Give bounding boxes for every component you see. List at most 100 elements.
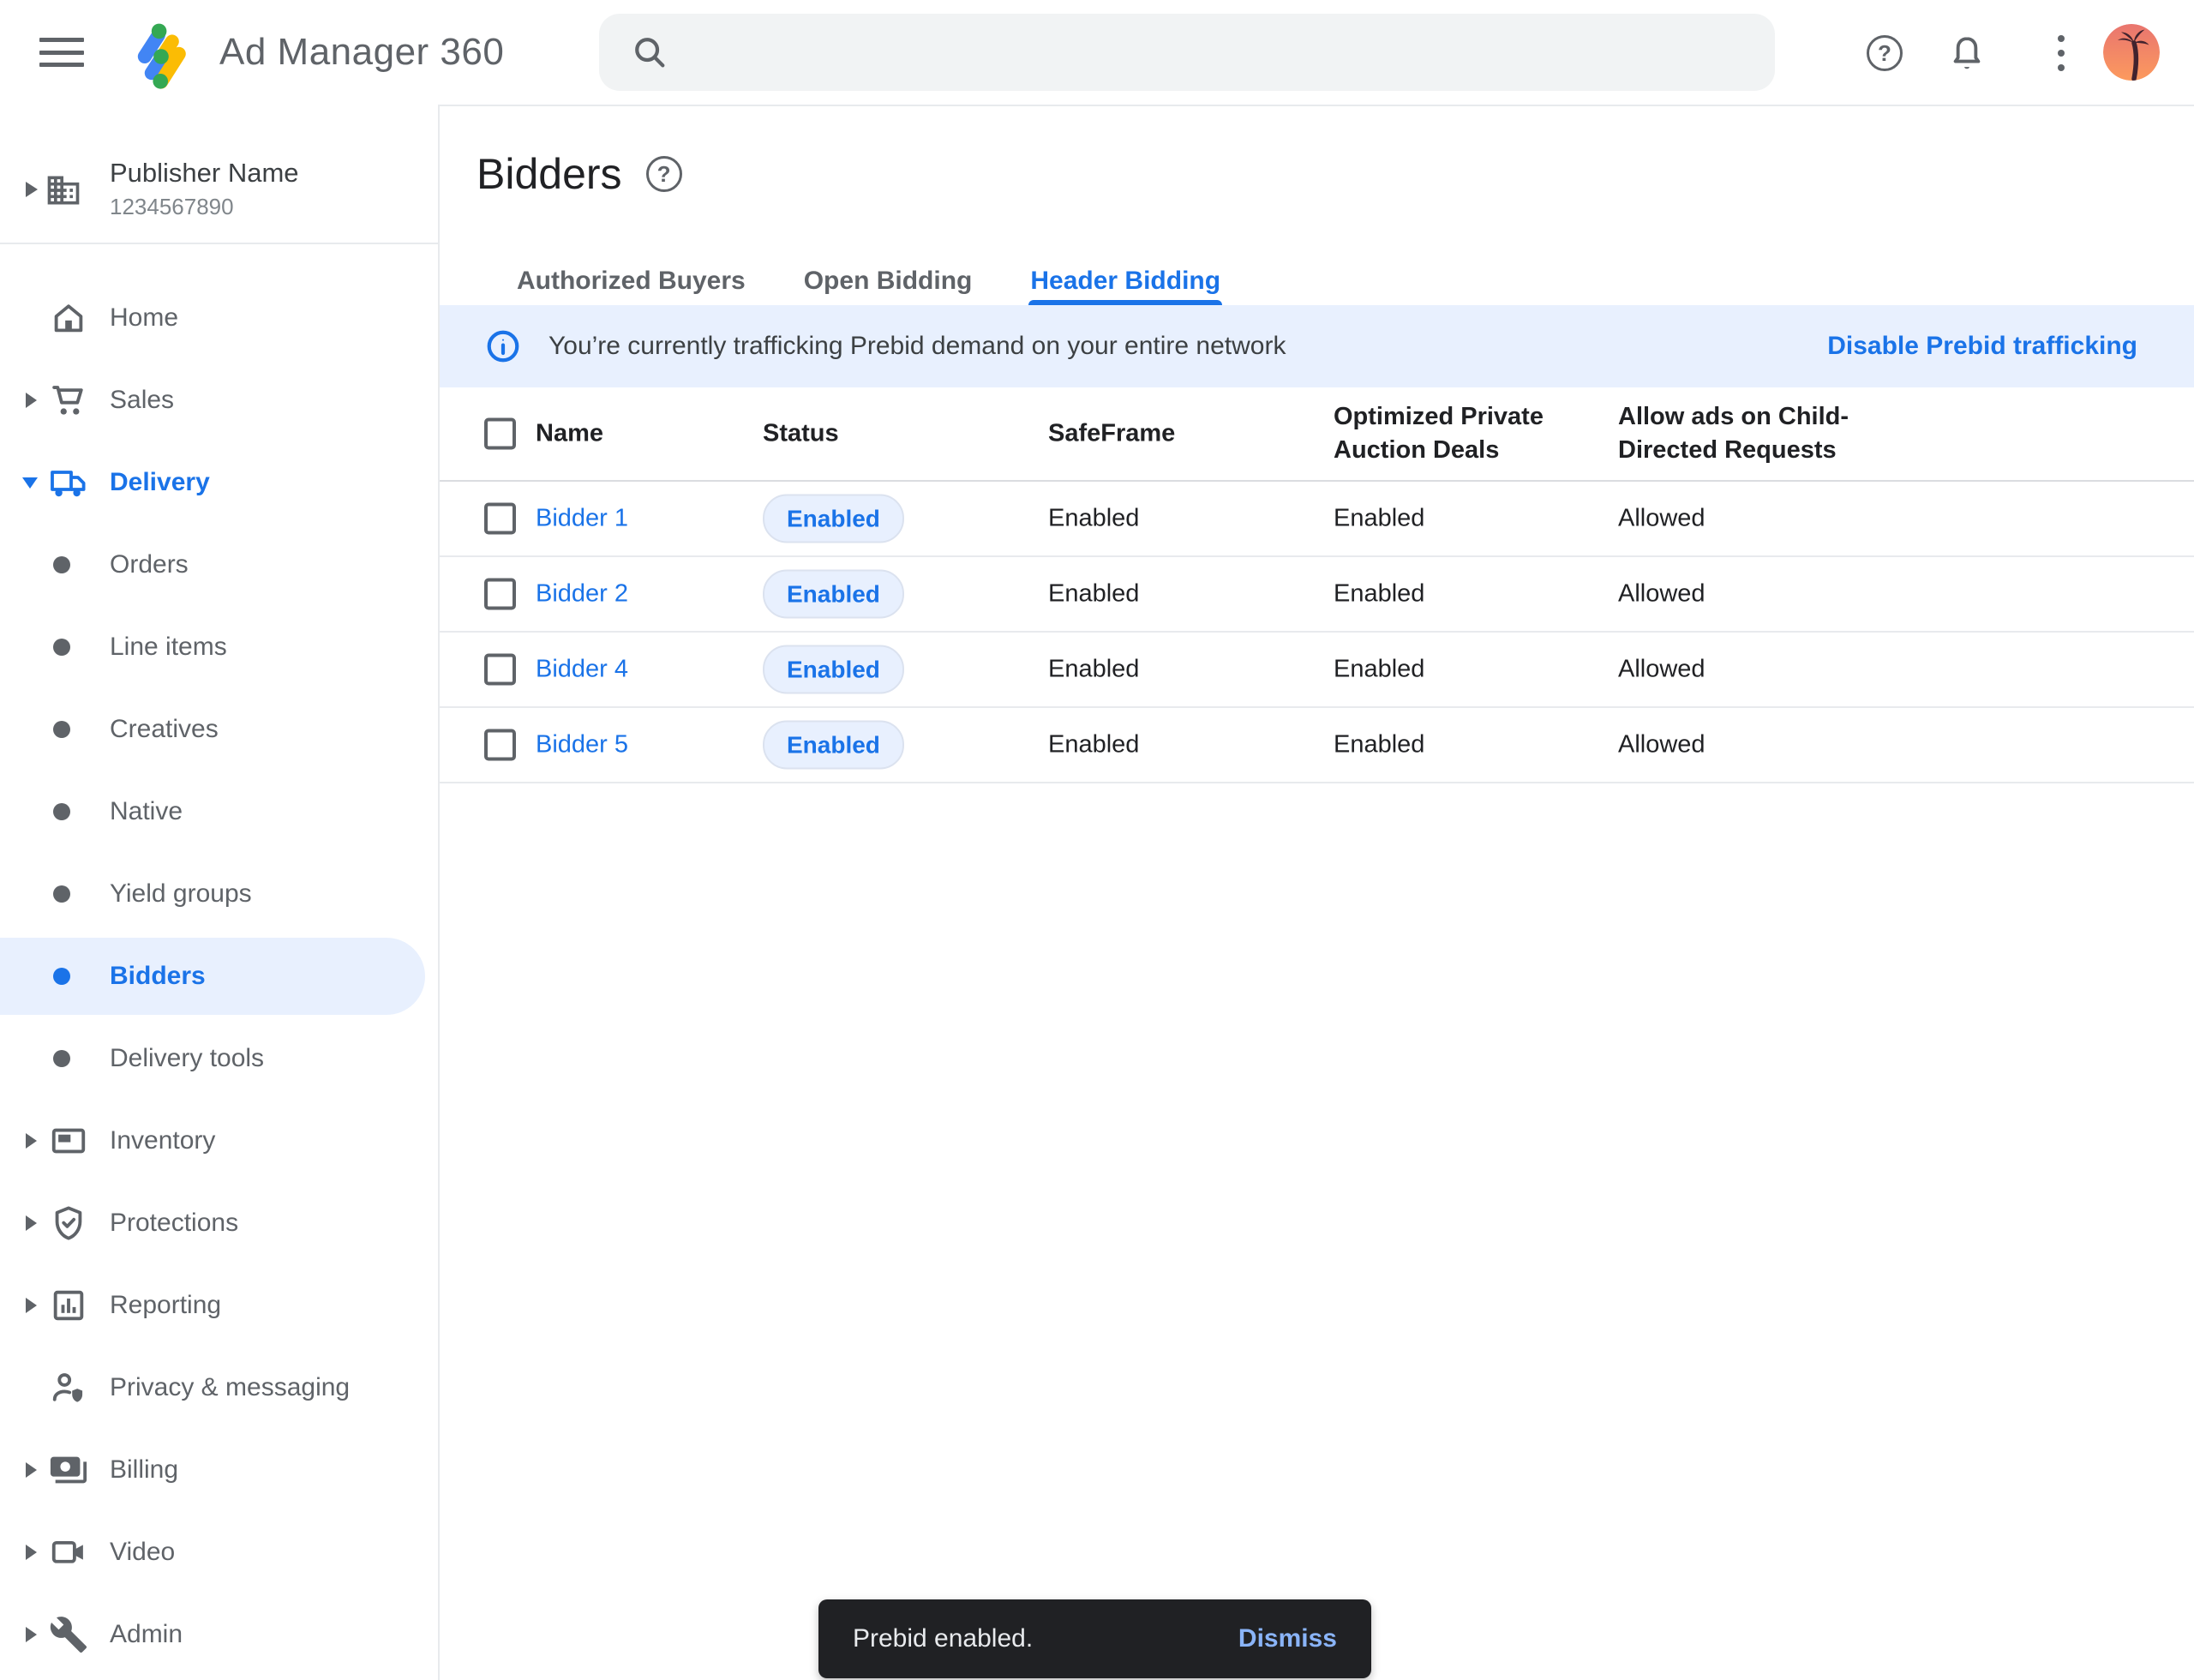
child-directed-value: Allowed — [1618, 502, 1867, 536]
column-header-name: Name — [536, 417, 603, 451]
optimized-private-auction-deals-value: Enabled — [1334, 578, 1591, 611]
sidebar-item-label: Admin — [110, 1620, 183, 1649]
info-circle-icon — [485, 328, 521, 364]
wrench-icon — [48, 1615, 89, 1654]
search-input[interactable] — [599, 14, 1775, 91]
sidebar-item-admin[interactable]: Admin — [0, 1593, 438, 1676]
safeframe-value: Enabled — [1048, 653, 1139, 687]
bullet-icon — [53, 885, 70, 903]
dismiss-button[interactable]: Dismiss — [1238, 1624, 1337, 1653]
table-row: Bidder 4 Enabled Enabled Enabled Allowed — [440, 633, 2194, 708]
tab-open-bidding[interactable]: Open Bidding — [802, 257, 974, 305]
sidebar-item-bidders[interactable]: Bidders — [0, 935, 438, 1017]
sidebar-item-protections[interactable]: Protections — [0, 1182, 438, 1264]
bullet-icon — [53, 1050, 70, 1067]
publisher-name: Publisher Name — [110, 158, 299, 189]
more-icon[interactable] — [2041, 33, 2081, 73]
select-all-checkbox[interactable] — [484, 418, 516, 450]
optimized-private-auction-deals-value: Enabled — [1334, 729, 1591, 762]
row-checkbox[interactable] — [484, 729, 516, 761]
bar-chart-icon — [48, 1286, 89, 1325]
chevron-right-icon[interactable] — [26, 182, 38, 197]
column-header-child-directed: Allow ads on Child-Directed Requests — [1618, 400, 1867, 467]
sidebar-item-label: Yield groups — [110, 879, 252, 909]
bidder-link[interactable]: Bidder 2 — [536, 580, 628, 608]
child-directed-value: Allowed — [1618, 578, 1867, 611]
chevron-right-icon — [26, 1545, 37, 1560]
help-icon[interactable]: ? — [646, 156, 682, 192]
payments-icon — [48, 1450, 89, 1490]
help-icon[interactable]: ? — [1865, 33, 1904, 73]
sidebar-item-line-items[interactable]: Line items — [0, 606, 438, 688]
menu-icon[interactable] — [39, 33, 84, 72]
sidebar-item-label: Protections — [110, 1209, 238, 1238]
sidebar-item-yield-groups[interactable]: Yield groups — [0, 853, 438, 935]
table-body: Bidder 1 Enabled Enabled Enabled Allowed… — [440, 482, 2194, 783]
bidder-link[interactable]: Bidder 5 — [536, 731, 628, 759]
sidebar-item-label: Inventory — [110, 1126, 215, 1155]
tab-authorized-buyers[interactable]: Authorized Buyers — [515, 257, 747, 305]
sidebar-item-delivery-tools[interactable]: Delivery tools — [0, 1017, 438, 1100]
bullet-icon — [53, 639, 70, 656]
column-header-optimized-private-auction-deals: Optimized Private Auction Deals — [1334, 400, 1591, 467]
table-header: Name Status SafeFrame Optimized Private … — [440, 387, 2194, 482]
bullet-icon — [53, 968, 70, 985]
sidebar-item-home[interactable]: Home — [0, 277, 438, 359]
building-icon — [45, 171, 82, 209]
status-badge: Enabled — [763, 495, 904, 543]
table-row: Bidder 2 Enabled Enabled Enabled Allowed — [440, 557, 2194, 633]
sidebar-item-label: Billing — [110, 1455, 178, 1485]
chevron-right-icon — [26, 1298, 37, 1313]
sidebar-item-delivery[interactable]: Delivery — [0, 441, 438, 524]
publisher-divider — [0, 243, 438, 244]
column-header-status: Status — [763, 417, 839, 451]
sidebar-item-label: Delivery tools — [110, 1044, 264, 1073]
truck-icon — [48, 464, 89, 501]
status-badge: Enabled — [763, 645, 904, 694]
sidebar-item-label: Sales — [110, 386, 174, 415]
sidebar-item-label: Privacy & messaging — [110, 1373, 350, 1402]
chevron-right-icon — [26, 1133, 37, 1149]
sidebar-item-privacy-messaging[interactable]: Privacy & messaging — [0, 1347, 438, 1429]
bullet-icon — [53, 803, 70, 820]
main-content: Bidders ? Authorized Buyers Open Bidding… — [440, 106, 2194, 1680]
sidebar-item-orders[interactable]: Orders — [0, 524, 438, 606]
sidebar-item-label: Orders — [110, 550, 189, 579]
notifications-icon[interactable] — [1947, 33, 1987, 73]
child-directed-value: Allowed — [1618, 653, 1867, 687]
sidebar-item-reporting[interactable]: Reporting — [0, 1264, 438, 1347]
sidebar-item-label: Bidders — [110, 962, 206, 991]
app-header: Ad Manager 360 ? — [0, 0, 2194, 105]
sidebar-item-inventory[interactable]: Inventory — [0, 1100, 438, 1182]
status-badge: Enabled — [763, 721, 904, 770]
optimized-private-auction-deals-value: Enabled — [1334, 653, 1591, 687]
safeframe-value: Enabled — [1048, 502, 1139, 536]
sidebar-item-video[interactable]: Video — [0, 1511, 438, 1593]
avatar[interactable] — [2103, 24, 2160, 81]
bidder-link[interactable]: Bidder 4 — [536, 656, 628, 683]
sidebar-item-billing[interactable]: Billing — [0, 1429, 438, 1511]
sidebar-item-native[interactable]: Native — [0, 771, 438, 853]
publisher-switcher[interactable]: Publisher Name 1234567890 — [0, 139, 438, 242]
tab-header-bidding[interactable]: Header Bidding — [1028, 257, 1222, 305]
sidebar-item-sales[interactable]: Sales — [0, 359, 438, 441]
sidebar-item-label: Delivery — [110, 468, 210, 497]
table-row: Bidder 1 Enabled Enabled Enabled Allowed — [440, 482, 2194, 557]
ad-unit-icon — [48, 1121, 89, 1161]
shield-check-icon — [48, 1203, 89, 1243]
sidebar-nav: Home Sales Delivery — [0, 277, 438, 1676]
person-shield-icon — [48, 1368, 89, 1407]
disable-prebid-trafficking-link[interactable]: Disable Prebid trafficking — [1827, 332, 2137, 361]
row-checkbox[interactable] — [484, 503, 516, 535]
sidebar-item-creatives[interactable]: Creatives — [0, 688, 438, 771]
row-checkbox[interactable] — [484, 654, 516, 686]
sidebar: Publisher Name 1234567890 Home Sales — [0, 105, 438, 1680]
bidder-link[interactable]: Bidder 1 — [536, 505, 628, 532]
toast-message: Prebid enabled. — [853, 1624, 1033, 1653]
sidebar-item-label: Creatives — [110, 715, 219, 744]
home-icon — [48, 298, 89, 338]
safeframe-value: Enabled — [1048, 729, 1139, 762]
ad-manager-logo — [127, 12, 195, 94]
safeframe-value: Enabled — [1048, 578, 1139, 611]
row-checkbox[interactable] — [484, 579, 516, 610]
